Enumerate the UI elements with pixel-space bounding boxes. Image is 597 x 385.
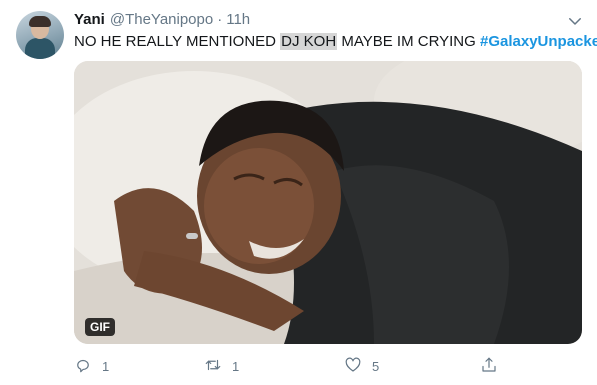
reply-count: 1 — [102, 358, 110, 374]
hashtag-link[interactable]: #GalaxyUnpacked — [480, 33, 597, 50]
gif-frame — [74, 61, 582, 344]
retweet-icon — [204, 356, 222, 377]
share-icon — [480, 356, 498, 377]
like-button[interactable]: 5 — [344, 354, 379, 378]
author-name[interactable]: Yani — [74, 11, 105, 28]
heart-icon — [344, 356, 362, 377]
retweet-count: 1 — [232, 358, 240, 374]
tweet-card[interactable]: Yani @TheYanipopo · 11h NO HE REALLY MEN… — [0, 0, 597, 385]
author-handle[interactable]: @TheYanipopo — [110, 11, 213, 28]
avatar-hair — [29, 16, 51, 27]
reply-icon — [74, 356, 92, 377]
tweet-header: Yani @TheYanipopo · 11h — [74, 11, 250, 31]
avatar-torso — [25, 38, 55, 59]
retweet-button[interactable]: 1 — [204, 354, 239, 378]
tweet-text-part: NO HE REALLY MENTIONED — [74, 33, 281, 50]
chevron-down-icon[interactable] — [566, 12, 584, 30]
avatar[interactable] — [16, 11, 64, 59]
gif-media[interactable] — [74, 61, 582, 344]
tweet-text: NO HE REALLY MENTIONED DJ KOH MAYBE IM C… — [74, 32, 597, 52]
gif-badge: GIF — [85, 318, 115, 336]
action-bar: 1 1 5 — [74, 354, 582, 378]
share-button[interactable] — [480, 354, 498, 378]
timestamp[interactable]: 11h — [226, 11, 250, 28]
tweet-text-part: MAYBE IM CRYING — [337, 33, 480, 50]
highlighted-text: DJ KOH — [280, 33, 338, 50]
like-count: 5 — [372, 358, 380, 374]
reply-button[interactable]: 1 — [74, 354, 109, 378]
separator-dot: · — [217, 11, 223, 28]
